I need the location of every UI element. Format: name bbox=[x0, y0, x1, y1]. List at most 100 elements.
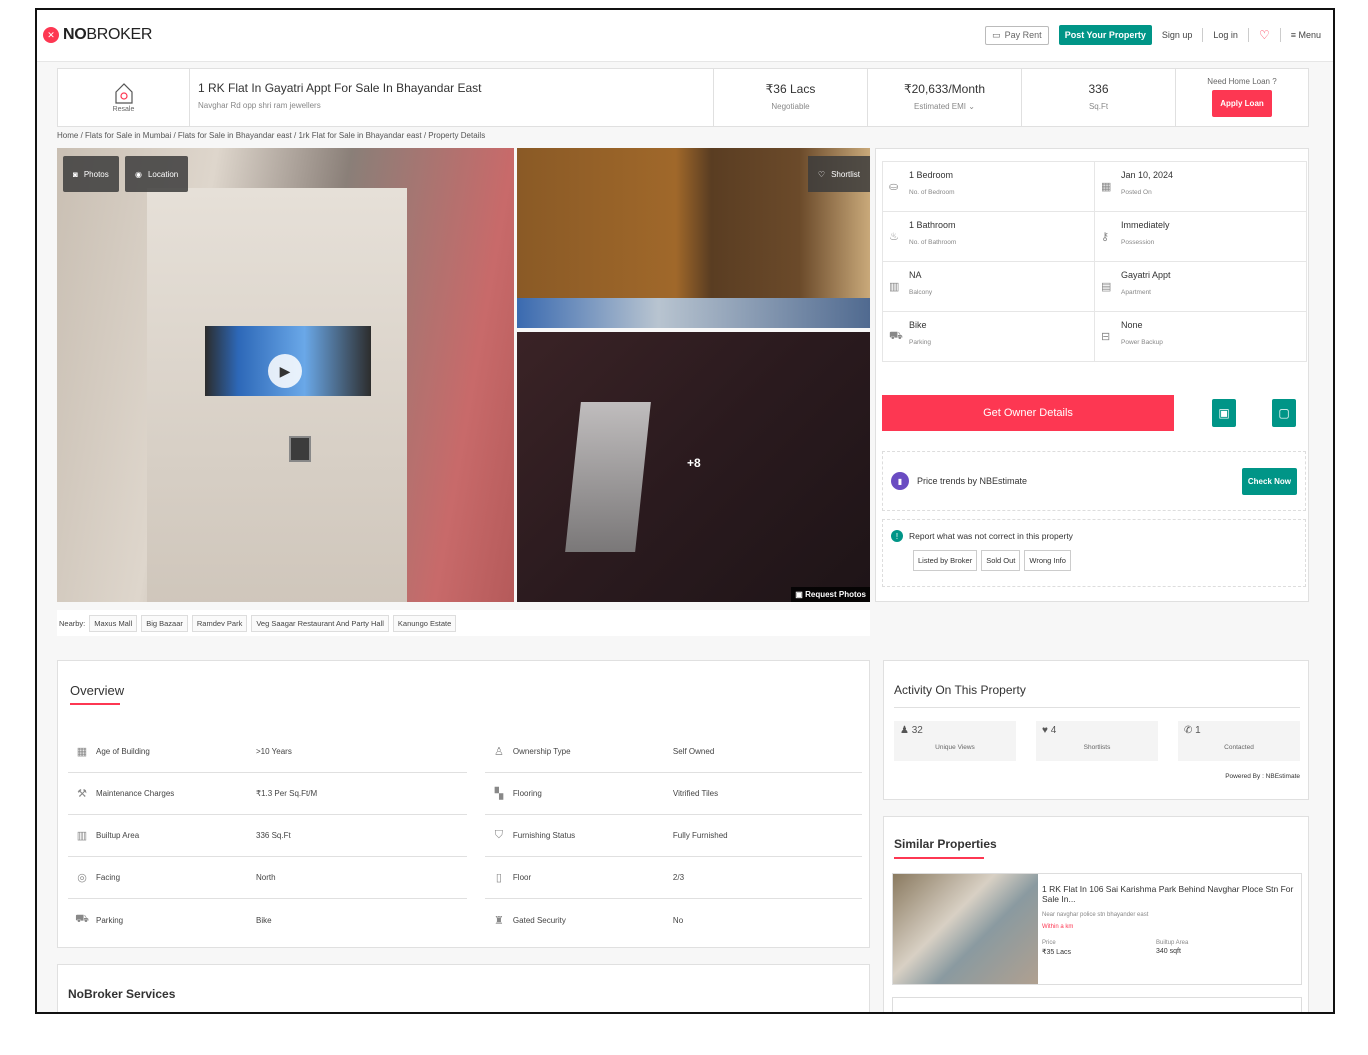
report-sold-out-button[interactable]: Sold Out bbox=[981, 550, 1021, 571]
detail-value: Bike bbox=[909, 320, 927, 330]
overview-value: 2/3 bbox=[672, 873, 685, 882]
menu-button[interactable]: ≡ Menu bbox=[1291, 30, 1321, 40]
resale-label: Resale bbox=[112, 106, 135, 113]
nbestimate-icon: ▮ bbox=[891, 472, 909, 490]
activity-section: Activity On This Property ♟ 32 Unique Vi… bbox=[883, 660, 1309, 800]
detail-value: Gayatri Appt bbox=[1121, 270, 1171, 280]
log-in-link[interactable]: Log in bbox=[1213, 30, 1238, 40]
overview-value: Self Owned bbox=[672, 747, 715, 756]
logo-prefix: NO bbox=[63, 26, 87, 43]
similar-property-card[interactable]: 1 RK Flat In 106 Sai Karishma Park Behin… bbox=[892, 873, 1302, 985]
alert-icon: ! bbox=[891, 530, 903, 542]
overview-label: Facing bbox=[96, 873, 121, 882]
overview-underline bbox=[70, 703, 120, 705]
get-owner-details-button[interactable]: Get Owner Details bbox=[882, 395, 1174, 431]
secondary-photo[interactable]: ♡ Shortlist bbox=[517, 148, 870, 328]
bed-icon: ⛀ bbox=[889, 181, 899, 193]
home-loan-block: Need Home Loan ? Apply Loan bbox=[1176, 69, 1308, 126]
menu-label: Menu bbox=[1298, 30, 1321, 40]
price-label: Price bbox=[1042, 940, 1056, 946]
car-icon: ⛟ bbox=[889, 330, 903, 342]
overview-value: 336 Sq.Ft bbox=[256, 831, 291, 840]
nearby-chip[interactable]: Ramdev Park bbox=[191, 614, 248, 632]
detail-bathroom: ♨ 1 Bathroom No. of Bathroom bbox=[882, 211, 1095, 262]
building-age-icon: ▦ bbox=[76, 746, 88, 758]
detail-parking: ⛟ Bike Parking bbox=[882, 311, 1095, 362]
contacted-count: 1 bbox=[1195, 725, 1201, 736]
views-count: 32 bbox=[911, 725, 923, 736]
report-box: ! Report what was not correct in this pro… bbox=[882, 519, 1306, 587]
location-button[interactable]: ◉ Location bbox=[125, 156, 189, 192]
emi-block[interactable]: ₹20,633/Month Estimated EMI ⌄ bbox=[868, 69, 1022, 126]
similar-card-address: Near navghar police stn bhayander east bbox=[1042, 912, 1149, 918]
nearby-chip[interactable]: Big Bazaar bbox=[141, 614, 188, 632]
similar-property-card[interactable] bbox=[892, 997, 1302, 1012]
area-label: Builtup Area bbox=[1156, 940, 1189, 946]
price-negotiable: Negotiable bbox=[771, 102, 810, 111]
pay-rent-button[interactable]: ▭ Pay Rent bbox=[985, 25, 1049, 45]
chat-icon[interactable]: ▢ bbox=[1272, 399, 1296, 427]
image-icon: ▣ bbox=[795, 590, 803, 599]
main-photo[interactable]: ▶ ◙ Photos ◉ Location bbox=[57, 148, 514, 602]
more-photos-tile[interactable]: +8 ▣ Request Photos bbox=[517, 332, 870, 602]
pay-rent-label: Pay Rent bbox=[1004, 30, 1042, 40]
overview-row: ⛟ Parking Bike ♜ Gated Security No bbox=[68, 899, 862, 941]
area-block: 336 Sq.Ft bbox=[1022, 69, 1176, 126]
play-video-icon[interactable]: ▶ bbox=[268, 354, 302, 388]
overview-value: No bbox=[672, 915, 684, 925]
emi-value: ₹20,633/Month bbox=[903, 82, 986, 96]
shortlists-label: Shortlists bbox=[1083, 744, 1111, 751]
request-photos-label: Request Photos bbox=[805, 590, 866, 599]
photo-switch bbox=[289, 436, 311, 462]
overview-value: ₹1.3 Per Sq.Ft/M bbox=[256, 789, 318, 798]
security-icon: ♜ bbox=[493, 914, 504, 927]
detail-label: Posted On bbox=[1121, 189, 1152, 196]
calendar-icon: ▦ bbox=[1101, 181, 1112, 193]
photo-gallery: ▶ ◙ Photos ◉ Location ♡ Shortlist +8 ▣ Requ… bbox=[57, 148, 870, 602]
schedule-visit-calendar-icon[interactable]: ▣ bbox=[1212, 399, 1236, 427]
home-loan-question: Need Home Loan ? bbox=[1207, 77, 1277, 86]
photos-label: Photos bbox=[83, 169, 109, 179]
nobroker-logo[interactable]: ✕ NOBROKER bbox=[43, 26, 152, 44]
overview-label: Age of Building bbox=[96, 747, 150, 756]
nearby-chip[interactable]: Veg Saagar Restaurant And Party Hall bbox=[251, 614, 389, 632]
hamburger-icon: ≡ bbox=[1290, 30, 1296, 40]
request-photos-button[interactable]: ▣ Request Photos bbox=[791, 587, 870, 602]
report-question: Report what was not correct in this prop… bbox=[909, 531, 1073, 541]
overview-value: >10 Years bbox=[256, 747, 292, 756]
nearby-chip[interactable]: Maxus Mall bbox=[89, 614, 138, 632]
overview-label: Floor bbox=[512, 873, 532, 882]
similar-card-body: 1 RK Flat In 106 Sai Karishma Park Behin… bbox=[1038, 874, 1301, 984]
similar-property-photo[interactable] bbox=[893, 874, 1038, 984]
shortlist-heart-icon[interactable]: ♡ bbox=[1259, 28, 1270, 42]
report-wrong-info-button[interactable]: Wrong Info bbox=[1024, 550, 1071, 571]
breadcrumb[interactable]: Home / Flats for Sale in Mumbai / Flats … bbox=[57, 131, 485, 140]
property-address: Navghar Rd opp shri ram jewellers bbox=[198, 101, 321, 110]
price-trends-label: Price trends by NBEstimate bbox=[917, 476, 1028, 486]
shortlist-button[interactable]: ♡ Shortlist bbox=[807, 156, 870, 192]
report-listed-by-broker-button[interactable]: Listed by Broker bbox=[913, 550, 978, 571]
heart-icon: ♥ bbox=[1042, 725, 1048, 736]
similar-title: Similar Properties bbox=[894, 837, 997, 851]
similar-card-area: Builtup Area 340 sqft bbox=[1156, 940, 1270, 956]
person-icon: ♟ bbox=[900, 725, 909, 736]
card-icon: ▭ bbox=[992, 29, 1001, 40]
similar-card-stats: Price ₹35 Lacs Builtup Area 340 sqft bbox=[1042, 940, 1301, 956]
apply-loan-button[interactable]: Apply Loan bbox=[1212, 90, 1272, 117]
nav-actions: ▭ Pay Rent Post Your Property Sign up Log… bbox=[985, 25, 1321, 45]
post-property-button[interactable]: Post Your Property bbox=[1058, 25, 1152, 45]
check-now-button[interactable]: Check Now bbox=[1241, 467, 1297, 495]
emi-dropdown[interactable]: Estimated EMI ⌄ bbox=[868, 102, 1021, 111]
location-label: Location bbox=[147, 169, 179, 179]
details-grid: ⛀ 1 Bedroom No. of Bedroom ▦ Jan 10, 2024 Po… bbox=[882, 161, 1307, 362]
overview-label: Gated Security bbox=[512, 915, 566, 925]
similar-card-title[interactable]: 1 RK Flat In 106 Sai Karishma Park Behin… bbox=[1042, 884, 1301, 904]
detail-value: 1 Bathroom bbox=[909, 220, 956, 230]
photos-button[interactable]: ◙ Photos bbox=[63, 156, 119, 192]
sign-up-link[interactable]: Sign up bbox=[1162, 30, 1193, 40]
resale-tag: Resale bbox=[58, 69, 190, 126]
detail-value: Immediately bbox=[1121, 220, 1170, 230]
nearby-chip[interactable]: Kanungo Estate bbox=[392, 614, 457, 632]
ownership-icon: ♙ bbox=[493, 746, 504, 758]
detail-value: None bbox=[1121, 320, 1143, 330]
